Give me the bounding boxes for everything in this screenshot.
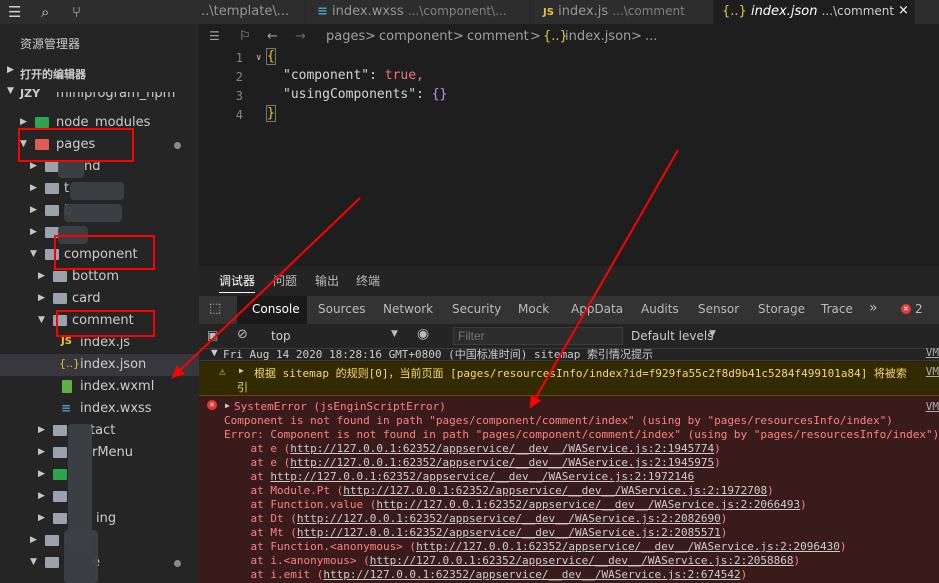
annotation-arrow <box>529 149 679 409</box>
annotation-arrow <box>171 197 361 379</box>
annotation-arrows <box>171 149 679 409</box>
